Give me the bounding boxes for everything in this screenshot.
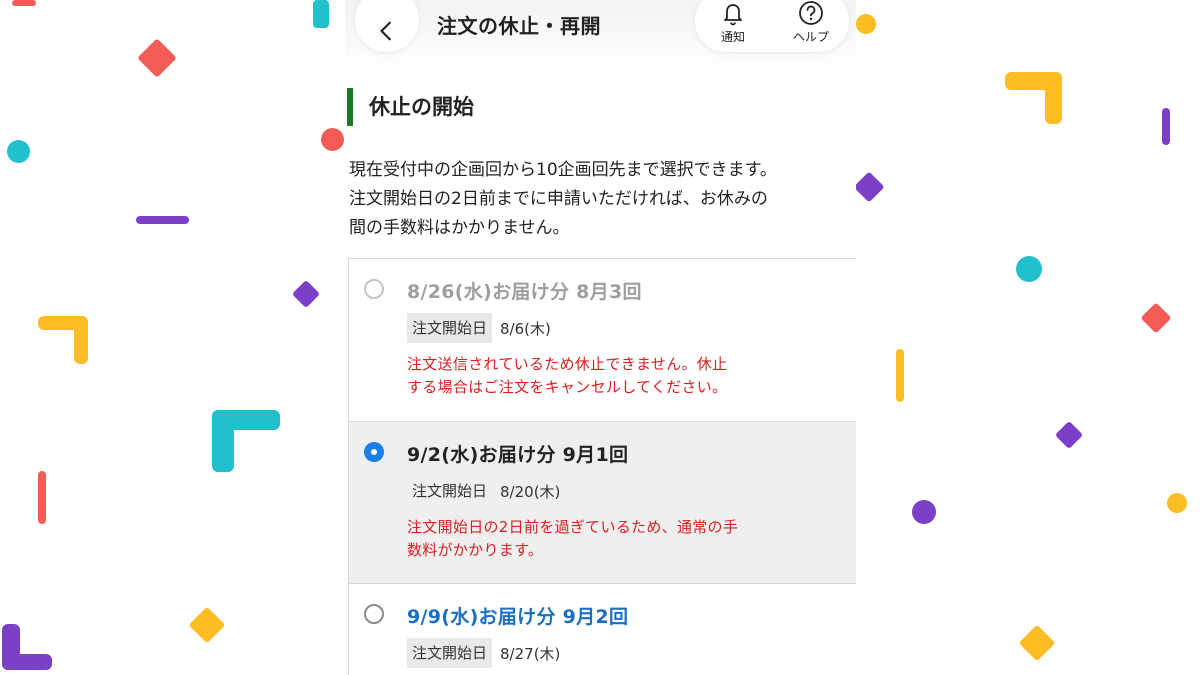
notify-label: 通知 xyxy=(720,30,745,44)
section-title: 休止の開始 xyxy=(347,88,474,126)
order-start-date: 注文開始日 8/27(木) xyxy=(407,638,560,668)
delivery-option[interactable]: 9/9(水)お届け分 9月2回 注文開始日 8/27(木) xyxy=(348,583,856,675)
warning-line: する場合はご注文をキャンセルしてください。 xyxy=(407,378,728,396)
confetti-red-diamond xyxy=(137,38,177,78)
warning-line: 注文送信されているため休止できません。休止 xyxy=(407,355,728,373)
warning-message: 注文開始日の2日前を過ぎているため、通常の手 数料がかかります。 xyxy=(407,516,787,562)
description-line: 間の手数料はかかりません。 xyxy=(349,218,570,238)
confetti-purple-dot-right xyxy=(912,500,936,524)
back-button[interactable] xyxy=(355,0,419,52)
confetti-purple-diamond-right-2 xyxy=(1054,420,1084,450)
question-circle-icon xyxy=(799,1,823,25)
option-title: 8/26(水)お届け分 8月3回 xyxy=(407,281,642,303)
confetti-yellow-corner xyxy=(38,316,90,366)
notify-button[interactable]: 通知 xyxy=(703,0,763,45)
radio-button xyxy=(364,279,384,299)
date-label: 注文開始日 xyxy=(407,476,493,506)
header-actions: 通知 ヘルプ xyxy=(695,0,849,52)
confetti-purple-corner xyxy=(2,624,52,670)
top-bar: 注文の休止・再開 通知 ヘルプ xyxy=(345,0,856,70)
pause-order-screen: 注文の休止・再開 通知 ヘルプ 休止の開始 現在受付中の企画回から10企画回先ま… xyxy=(345,0,856,675)
confetti-teal-bar-top xyxy=(313,0,329,28)
option-title: 9/9(水)お届け分 9月2回 xyxy=(407,606,629,628)
confetti-yellow-diamond-right xyxy=(1018,624,1056,662)
confetti-purple-bar xyxy=(136,216,189,224)
option-title: 9/2(水)お届け分 9月1回 xyxy=(407,444,629,466)
delivery-option-selected[interactable]: 9/2(水)お届け分 9月1回 注文開始日 8/20(木) 注文開始日の2日前を… xyxy=(348,421,856,583)
radio-button[interactable] xyxy=(364,442,384,462)
warning-line: 注文開始日の2日前を過ぎているため、通常の手 xyxy=(407,518,739,536)
order-start-date: 注文開始日 8/20(木) xyxy=(407,476,560,506)
confetti-red-dot xyxy=(321,128,344,151)
help-button[interactable]: ヘルプ xyxy=(781,0,841,45)
confetti-yellow-dot-right xyxy=(1167,493,1187,513)
page-title: 注文の休止・再開 xyxy=(437,14,601,38)
date-label: 注文開始日 xyxy=(407,638,493,668)
confetti-purple-diamond-right xyxy=(853,171,885,203)
description-line: 注文開始日の2日前までに申請いただければ、お休みの xyxy=(349,189,768,209)
confetti-teal-corner xyxy=(212,410,282,472)
confetti-yellow-bar-right xyxy=(896,349,904,402)
chevron-left-icon xyxy=(380,21,391,41)
confetti-yellow-diamond xyxy=(188,606,226,644)
confetti-teal-dot-right xyxy=(1016,256,1042,282)
warning-message: 注文送信されているため休止できません。休止 する場合はご注文をキャンセルしてくだ… xyxy=(407,353,787,399)
confetti-red-diamond-right xyxy=(1140,302,1172,334)
confetti-teal-dot xyxy=(7,140,30,163)
help-label: ヘルプ xyxy=(792,30,829,44)
date-value: 8/20(木) xyxy=(500,482,561,501)
warning-line: 数料がかかります。 xyxy=(407,541,544,559)
confetti-red-bar xyxy=(38,471,46,524)
order-start-date: 注文開始日 8/6(木) xyxy=(407,313,551,343)
confetti-purple-bar-right xyxy=(1162,108,1170,145)
date-value: 8/6(木) xyxy=(500,319,551,338)
confetti-yellow-dot xyxy=(856,14,876,34)
delivery-option-disabled: 8/26(水)お届け分 8月3回 注文開始日 8/6(木) 注文送信されているた… xyxy=(348,258,856,421)
bell-icon xyxy=(724,4,742,26)
date-value: 8/27(木) xyxy=(500,644,561,663)
radio-button[interactable] xyxy=(364,604,384,624)
section-description: 現在受付中の企画回から10企画回先まで選択できます。 注文開始日の2日前までに申… xyxy=(349,156,854,243)
confetti-purple-diamond xyxy=(291,279,321,309)
description-line: 現在受付中の企画回から10企画回先まで選択できます。 xyxy=(349,160,777,180)
confetti-yellow-corner-right xyxy=(1005,72,1063,124)
confetti-red-bar-top xyxy=(12,0,36,6)
date-label: 注文開始日 xyxy=(407,313,493,343)
